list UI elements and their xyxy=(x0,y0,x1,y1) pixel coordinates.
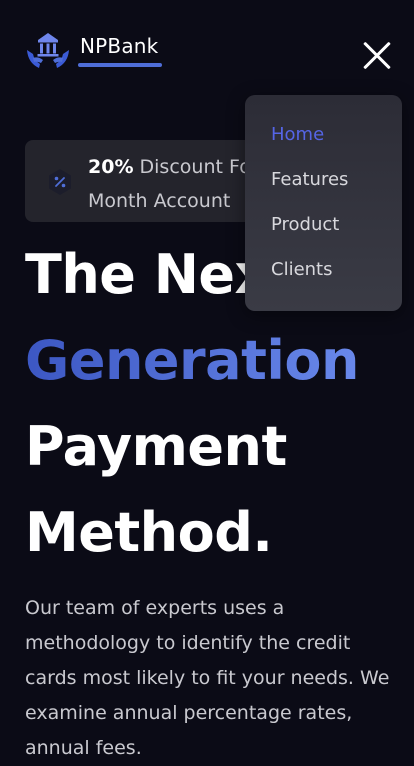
brand-underline xyxy=(78,63,162,67)
hero-title-line4: Method. xyxy=(25,501,273,564)
close-menu-button[interactable] xyxy=(361,40,393,72)
menu-item-clients[interactable]: Clients xyxy=(271,259,333,280)
hero-title-accent: Generation xyxy=(25,318,405,404)
brand-name: NPBank xyxy=(80,34,159,58)
bank-hands-icon xyxy=(27,33,69,68)
discount-percent: 20% xyxy=(88,156,134,178)
menu-item-home[interactable]: Home xyxy=(271,124,324,145)
menu-item-product[interactable]: Product xyxy=(271,214,339,235)
brand-logo[interactable]: NPBank xyxy=(26,30,162,72)
navbar: NPBank xyxy=(0,0,414,90)
nav-dropdown-menu: Home Features Product Clients xyxy=(245,95,402,311)
percent-icon xyxy=(49,169,71,195)
hero-title-line3: Payment xyxy=(25,415,287,478)
hero-description: Our team of experts uses a methodology t… xyxy=(25,597,390,759)
menu-item-features[interactable]: Features xyxy=(271,169,348,190)
